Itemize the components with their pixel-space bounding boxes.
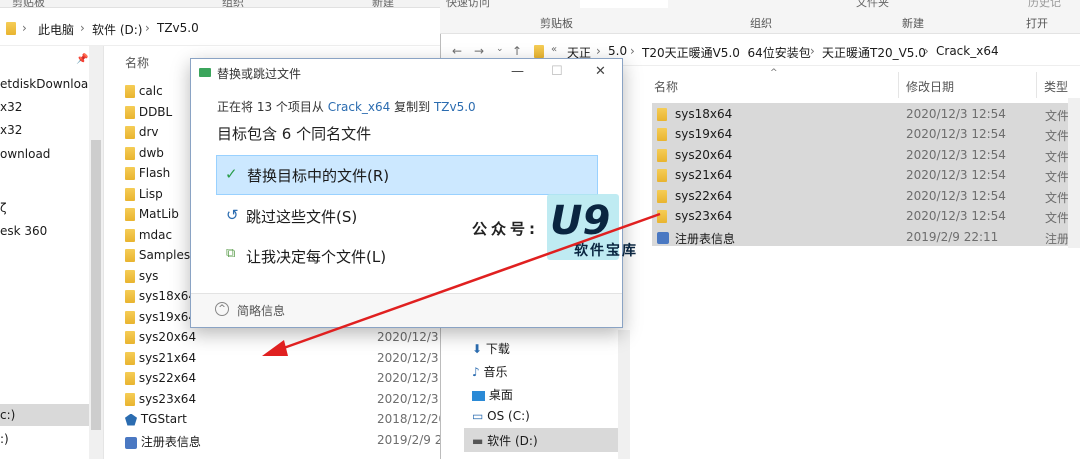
- annotation-arrow: [262, 212, 661, 356]
- arrow-line: [277, 212, 661, 352]
- arrow-head: [262, 340, 288, 356]
